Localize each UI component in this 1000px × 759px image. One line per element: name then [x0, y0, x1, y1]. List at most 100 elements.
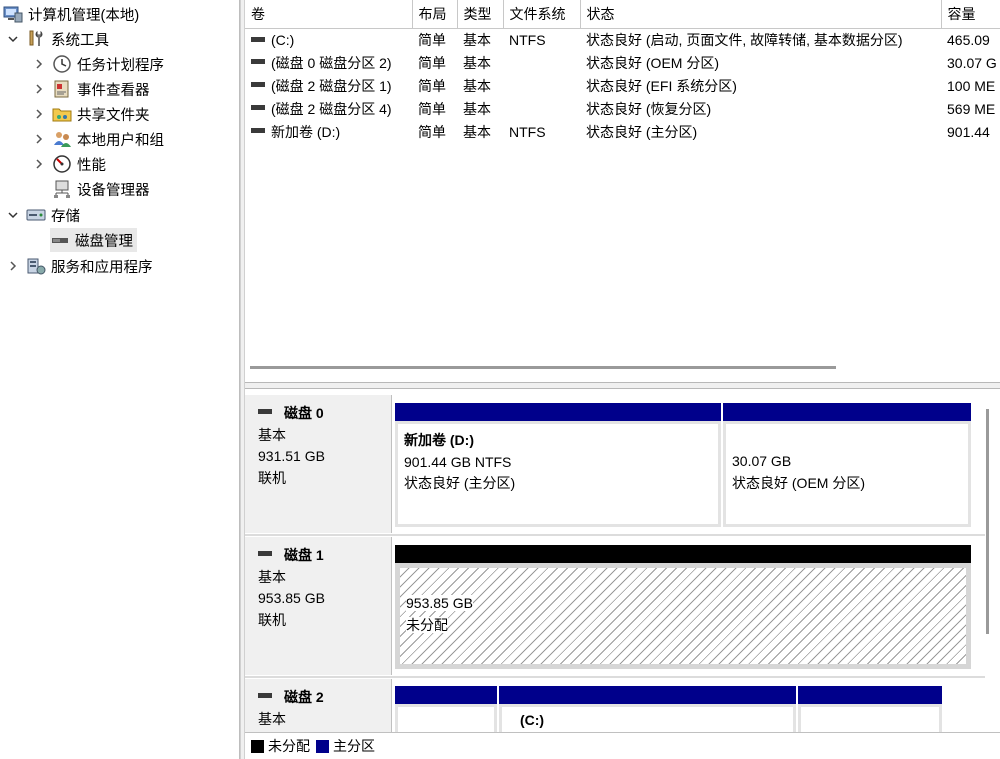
tree-label: 计算机管理(本地)	[28, 7, 140, 24]
tree-label: 设备管理器	[77, 182, 150, 199]
table-row[interactable]: (C:) 简单 基本 NTFS 状态良好 (启动, 页面文件, 故障转储, 基本…	[245, 28, 1000, 51]
chevron-down-icon[interactable]	[6, 208, 20, 222]
clock-icon	[52, 54, 72, 74]
volume-layout: 简单	[418, 100, 446, 117]
partition-c[interactable]: (C:)	[499, 686, 796, 732]
volume-capacity: 30.07 G	[947, 54, 997, 71]
volume-icon	[251, 105, 265, 111]
volume-layout: 简单	[418, 77, 446, 94]
volume-status: 状态良好 (EFI 系统分区)	[586, 77, 737, 94]
disk-icon	[50, 230, 70, 250]
horizontal-scrollbar[interactable]	[250, 366, 836, 369]
volume-capacity: 901.44	[947, 123, 990, 140]
partition-status: 状态良好 (主分区)	[404, 475, 516, 491]
partition-name: (C:)	[520, 712, 545, 728]
column-header-status[interactable]: 状态	[580, 0, 942, 29]
volume-filesystem: NTFS	[509, 123, 546, 140]
partition-status: 状态良好 (OEM 分区)	[732, 474, 865, 491]
volume-status: 状态良好 (OEM 分区)	[586, 54, 719, 71]
tree-item-device-manager[interactable]: 设备管理器	[52, 177, 150, 201]
chevron-right-icon[interactable]	[32, 82, 46, 96]
volume-icon	[251, 36, 265, 42]
volume-icon	[251, 59, 265, 65]
tree-label: 共享文件夹	[77, 107, 150, 124]
volume-name: (C:)	[271, 31, 295, 48]
vertical-scrollbar[interactable]	[986, 409, 989, 634]
column-header-volume[interactable]: 卷	[245, 0, 413, 29]
tree-label: 事件查看器	[77, 82, 150, 99]
partition-d[interactable]: 新加卷 (D:) 901.44 GB NTFS 状态良好 (主分区)	[395, 403, 721, 527]
computer-management-icon	[3, 4, 23, 24]
tree-item-performance[interactable]: 性能	[32, 152, 106, 176]
table-row[interactable]: 新加卷 (D:) 简单 基本 NTFS 状态良好 (主分区) 901.44	[245, 120, 1000, 143]
disk-graphical-view: 磁盘 0 基本 931.51 GB 联机 新加卷 (D:) 901.44 GB …	[245, 389, 1000, 732]
partition-oem[interactable]: 30.07 GB 状态良好 (OEM 分区)	[723, 403, 971, 527]
tree-item-disk-management[interactable]: 磁盘管理	[50, 228, 137, 252]
volume-type: 基本	[463, 77, 491, 94]
disk-icon	[258, 693, 272, 699]
disk-divider	[245, 676, 985, 678]
chevron-right-icon[interactable]	[32, 107, 46, 121]
partition-size: 901.44 GB NTFS	[404, 453, 512, 470]
tree-item-system-tools[interactable]: 系统工具	[6, 27, 109, 51]
disk-1-info[interactable]: 磁盘 1 基本 953.85 GB 联机	[245, 537, 392, 675]
disk-size: 931.51 GB	[258, 448, 325, 464]
tree-item-computer-management[interactable]: 计算机管理(本地)	[3, 2, 139, 26]
table-row[interactable]: (磁盘 2 磁盘分区 1) 简单 基本 状态良好 (EFI 系统分区) 100 …	[245, 74, 1000, 97]
partition-unallocated[interactable]: 953.85 GB 未分配	[395, 545, 971, 669]
pane-splitter-horizontal[interactable]	[245, 382, 1000, 389]
tree-item-services-apps[interactable]: 服务和应用程序	[6, 254, 153, 278]
disk-name: 磁盘 0	[284, 405, 324, 421]
services-icon	[26, 256, 46, 276]
event-log-icon	[52, 79, 72, 99]
tree-item-storage[interactable]: 存储	[6, 203, 80, 227]
volume-name: (磁盘 2 磁盘分区 4)	[271, 100, 392, 117]
chevron-down-icon[interactable]	[6, 32, 20, 46]
disk-name: 磁盘 2	[284, 689, 324, 705]
column-header-capacity[interactable]: 容量	[941, 0, 1000, 29]
volume-list: 卷 布局 类型 文件系统 状态 容量 (C:) 简单 基本 NTFS 状态良好 …	[245, 0, 1000, 382]
disk-2-info[interactable]: 磁盘 2 基本	[245, 679, 392, 732]
volume-status: 状态良好 (主分区)	[586, 123, 698, 140]
disk-type: 基本	[258, 710, 286, 727]
partition-status: 未分配	[406, 616, 448, 633]
tree-label: 本地用户和组	[77, 132, 164, 149]
partition-efi[interactable]	[395, 686, 497, 732]
chevron-right-icon[interactable]	[32, 57, 46, 71]
tree-label: 服务和应用程序	[51, 259, 153, 276]
column-header-filesystem[interactable]: 文件系统	[503, 0, 581, 29]
volume-table: 卷 布局 类型 文件系统 状态 容量 (C:) 简单 基本 NTFS 状态良好 …	[245, 0, 1000, 143]
tree-item-local-users[interactable]: 本地用户和组	[32, 127, 164, 151]
legend-swatch	[316, 739, 329, 753]
users-icon	[52, 129, 72, 149]
volume-capacity: 465.09	[947, 31, 990, 48]
table-row[interactable]: (磁盘 2 磁盘分区 4) 简单 基本 状态良好 (恢复分区) 569 ME	[245, 97, 1000, 120]
volume-filesystem	[503, 74, 580, 97]
partition-recovery[interactable]	[798, 686, 942, 732]
volume-filesystem	[503, 51, 580, 74]
disk-name: 磁盘 1	[284, 547, 324, 563]
tree-label: 存储	[51, 208, 80, 225]
tree-item-task-scheduler[interactable]: 任务计划程序	[32, 52, 164, 76]
legend: 未分配 主分区	[245, 732, 1000, 759]
volume-layout: 简单	[418, 123, 446, 140]
chevron-right-icon[interactable]	[32, 157, 46, 171]
disk-state: 联机	[258, 611, 286, 628]
column-header-type[interactable]: 类型	[457, 0, 504, 29]
tree-item-event-viewer[interactable]: 事件查看器	[32, 77, 150, 101]
volume-name: (磁盘 0 磁盘分区 2)	[271, 54, 392, 71]
tree-item-shared-folders[interactable]: 共享文件夹	[32, 102, 150, 126]
table-row[interactable]: (磁盘 0 磁盘分区 2) 简单 基本 状态良好 (OEM 分区) 30.07 …	[245, 51, 1000, 74]
storage-icon	[26, 205, 46, 225]
column-header-layout[interactable]: 布局	[412, 0, 458, 29]
tree-label: 磁盘管理	[75, 233, 133, 250]
chevron-right-icon[interactable]	[6, 259, 20, 273]
chevron-right-icon[interactable]	[32, 132, 46, 146]
disk-size: 953.85 GB	[258, 590, 325, 606]
legend-swatch	[251, 739, 264, 753]
volume-icon	[251, 82, 265, 88]
disk-0-info[interactable]: 磁盘 0 基本 931.51 GB 联机	[245, 395, 392, 533]
tree-label: 性能	[77, 157, 106, 174]
volume-capacity: 100 ME	[947, 77, 996, 94]
volume-capacity: 569 ME	[947, 100, 996, 117]
